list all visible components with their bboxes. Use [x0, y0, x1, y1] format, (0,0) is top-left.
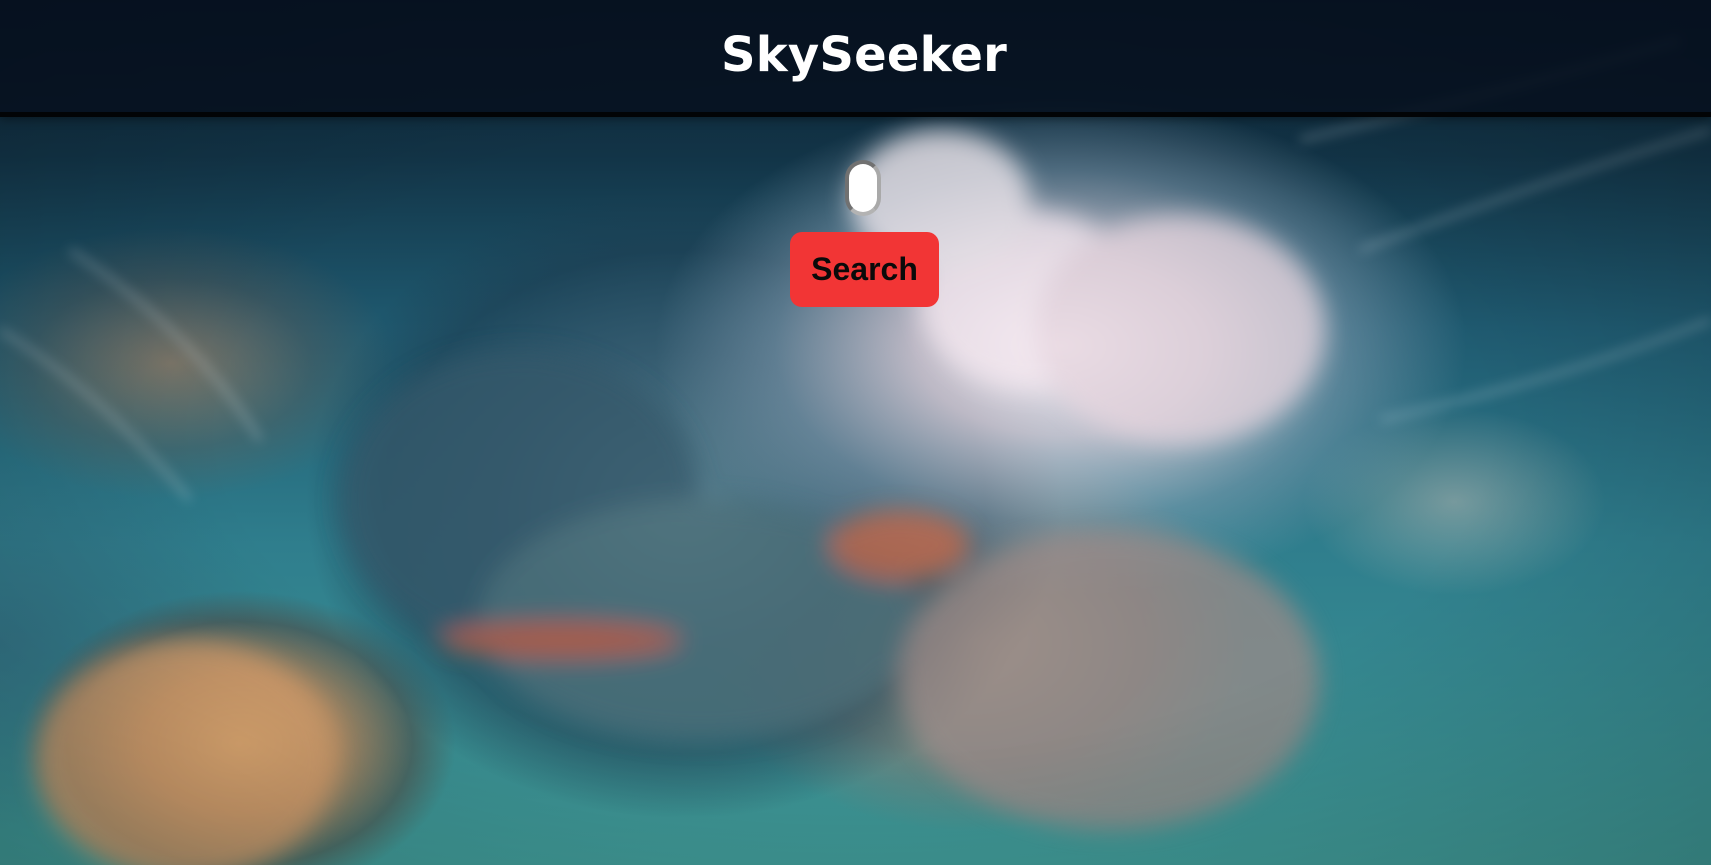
page-background: SkySeeker Search: [0, 0, 1711, 865]
search-button[interactable]: Search: [790, 232, 939, 307]
header-divider: [0, 112, 1711, 117]
storm-cloud-photo-icon: [0, 37, 1711, 865]
app-title: SkySeeker: [720, 27, 1008, 83]
search-input[interactable]: [845, 160, 881, 216]
header-bar: SkySeeker: [0, 0, 1711, 112]
background-vignette: [0, 0, 1711, 865]
